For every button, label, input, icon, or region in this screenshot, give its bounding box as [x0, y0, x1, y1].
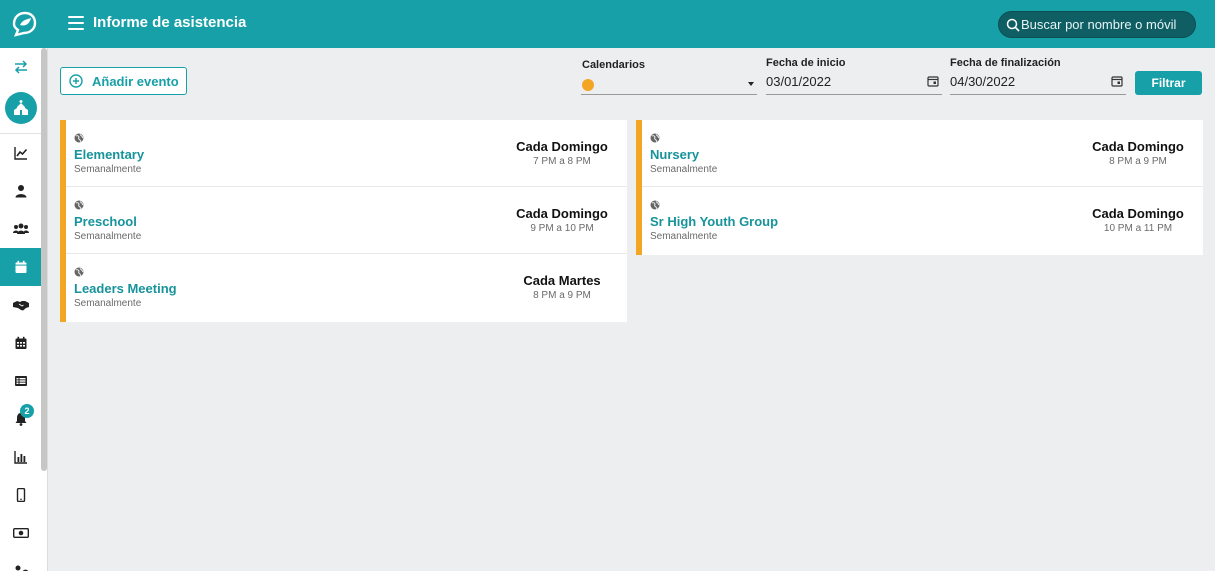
sidebar-item-person[interactable] — [0, 172, 41, 210]
event-name[interactable]: Elementary — [74, 147, 144, 162]
calendar-color-dot — [582, 79, 594, 91]
sidebar-item-mobile[interactable] — [0, 476, 41, 514]
events-column-right: Nursery Semanalmente Cada Domingo 8 PM a… — [636, 120, 1203, 255]
event-time: 8 PM a 9 PM — [533, 290, 591, 301]
search-box[interactable] — [998, 11, 1196, 38]
event-frequency: Semanalmente — [650, 164, 718, 175]
hamburger-menu-icon[interactable] — [68, 16, 84, 30]
event-schedule: Cada Domingo — [516, 206, 608, 221]
swap-arrows-icon — [14, 60, 27, 74]
event-time: 9 PM a 10 PM — [530, 223, 594, 234]
list-icon — [14, 376, 27, 386]
event-row[interactable]: Elementary Semanalmente Cada Domingo 7 P… — [66, 120, 627, 187]
sidebar-item-lists[interactable] — [0, 362, 41, 400]
mobile-icon — [16, 488, 25, 502]
sidebar-item-stats[interactable] — [0, 134, 41, 172]
search-icon — [1006, 18, 1020, 32]
sidebar-scrollbar[interactable] — [41, 48, 47, 471]
sidebar-item-volunteers[interactable] — [0, 286, 41, 324]
start-date-label: Fecha de inicio — [766, 57, 846, 69]
event-schedule: Cada Domingo — [516, 139, 608, 154]
globe-icon — [74, 267, 84, 277]
event-frequency: Semanalmente — [74, 164, 142, 175]
top-bar: Informe de asistencia — [0, 0, 1215, 48]
search-input[interactable] — [1021, 14, 1191, 35]
end-date-input[interactable] — [950, 70, 1105, 92]
handshake-icon — [12, 301, 29, 311]
globe-icon — [650, 133, 660, 143]
sidebar-item-giving[interactable] — [0, 514, 41, 552]
calendars-underline — [581, 94, 757, 95]
calendars-label: Calendarios — [582, 59, 645, 71]
sidebar: 2 — [0, 48, 48, 571]
end-date-calendar-icon[interactable] — [1111, 75, 1123, 87]
event-schedule: Cada Domingo — [1092, 206, 1184, 221]
event-frequency: Semanalmente — [650, 231, 718, 242]
start-date-underline — [766, 94, 942, 95]
add-event-button[interactable]: Añadir evento — [60, 67, 187, 95]
event-frequency: Semanalmente — [74, 231, 142, 242]
calendar-grid-icon — [15, 336, 26, 349]
app-logo-icon[interactable] — [10, 10, 38, 38]
church-icon — [14, 100, 28, 115]
calendar-icon — [15, 260, 26, 273]
end-date-underline — [950, 94, 1126, 95]
event-time: 7 PM a 8 PM — [533, 156, 591, 167]
sidebar-item-reports[interactable] — [0, 438, 41, 476]
start-date-calendar-icon[interactable] — [927, 75, 939, 87]
event-time: 8 PM a 9 PM — [1109, 156, 1167, 167]
calendars-select[interactable] — [581, 74, 757, 95]
event-name[interactable]: Leaders Meeting — [74, 281, 177, 296]
sidebar-item-switch[interactable] — [0, 48, 41, 86]
bar-chart-icon — [13, 451, 27, 464]
group-icon — [12, 223, 29, 234]
start-date-input[interactable] — [766, 70, 921, 92]
line-chart-icon — [13, 147, 27, 160]
filter-button[interactable]: Filtrar — [1135, 71, 1202, 95]
globe-icon — [74, 200, 84, 210]
event-time: 10 PM a 11 PM — [1103, 223, 1173, 234]
event-row[interactable]: Sr High Youth Group Semanalmente Cada Do… — [642, 187, 1203, 254]
sidebar-item-events[interactable] — [0, 324, 41, 362]
page-title: Informe de asistencia — [93, 14, 247, 31]
event-schedule: Cada Martes — [523, 273, 601, 288]
event-row[interactable]: Nursery Semanalmente Cada Domingo 8 PM a… — [642, 120, 1203, 187]
sidebar-item-calendar[interactable] — [0, 248, 41, 286]
sidebar-item-admin[interactable] — [0, 552, 41, 571]
event-row[interactable]: Preschool Semanalmente Cada Domingo 9 PM… — [66, 187, 627, 254]
event-row[interactable]: Leaders Meeting Semanalmente Cada Martes… — [66, 254, 627, 321]
globe-icon — [650, 200, 660, 210]
add-event-label: Añadir evento — [92, 73, 179, 89]
sidebar-item-groups[interactable] — [0, 210, 41, 248]
event-name[interactable]: Preschool — [74, 214, 137, 229]
plus-circle-icon — [69, 74, 83, 88]
event-name[interactable]: Sr High Youth Group — [650, 214, 778, 229]
event-schedule: Cada Domingo — [1092, 139, 1184, 154]
person-icon — [15, 185, 26, 198]
event-name[interactable]: Nursery — [650, 147, 699, 162]
users-gear-icon — [15, 565, 28, 571]
events-column-left: Elementary Semanalmente Cada Domingo 7 P… — [60, 120, 627, 322]
money-icon — [12, 528, 29, 538]
sidebar-item-church[interactable] — [5, 92, 37, 124]
notification-badge: 2 — [20, 404, 34, 418]
chevron-down-icon — [748, 82, 754, 86]
event-frequency: Semanalmente — [74, 298, 142, 309]
globe-icon — [74, 133, 84, 143]
end-date-label: Fecha de finalización — [950, 57, 1061, 69]
